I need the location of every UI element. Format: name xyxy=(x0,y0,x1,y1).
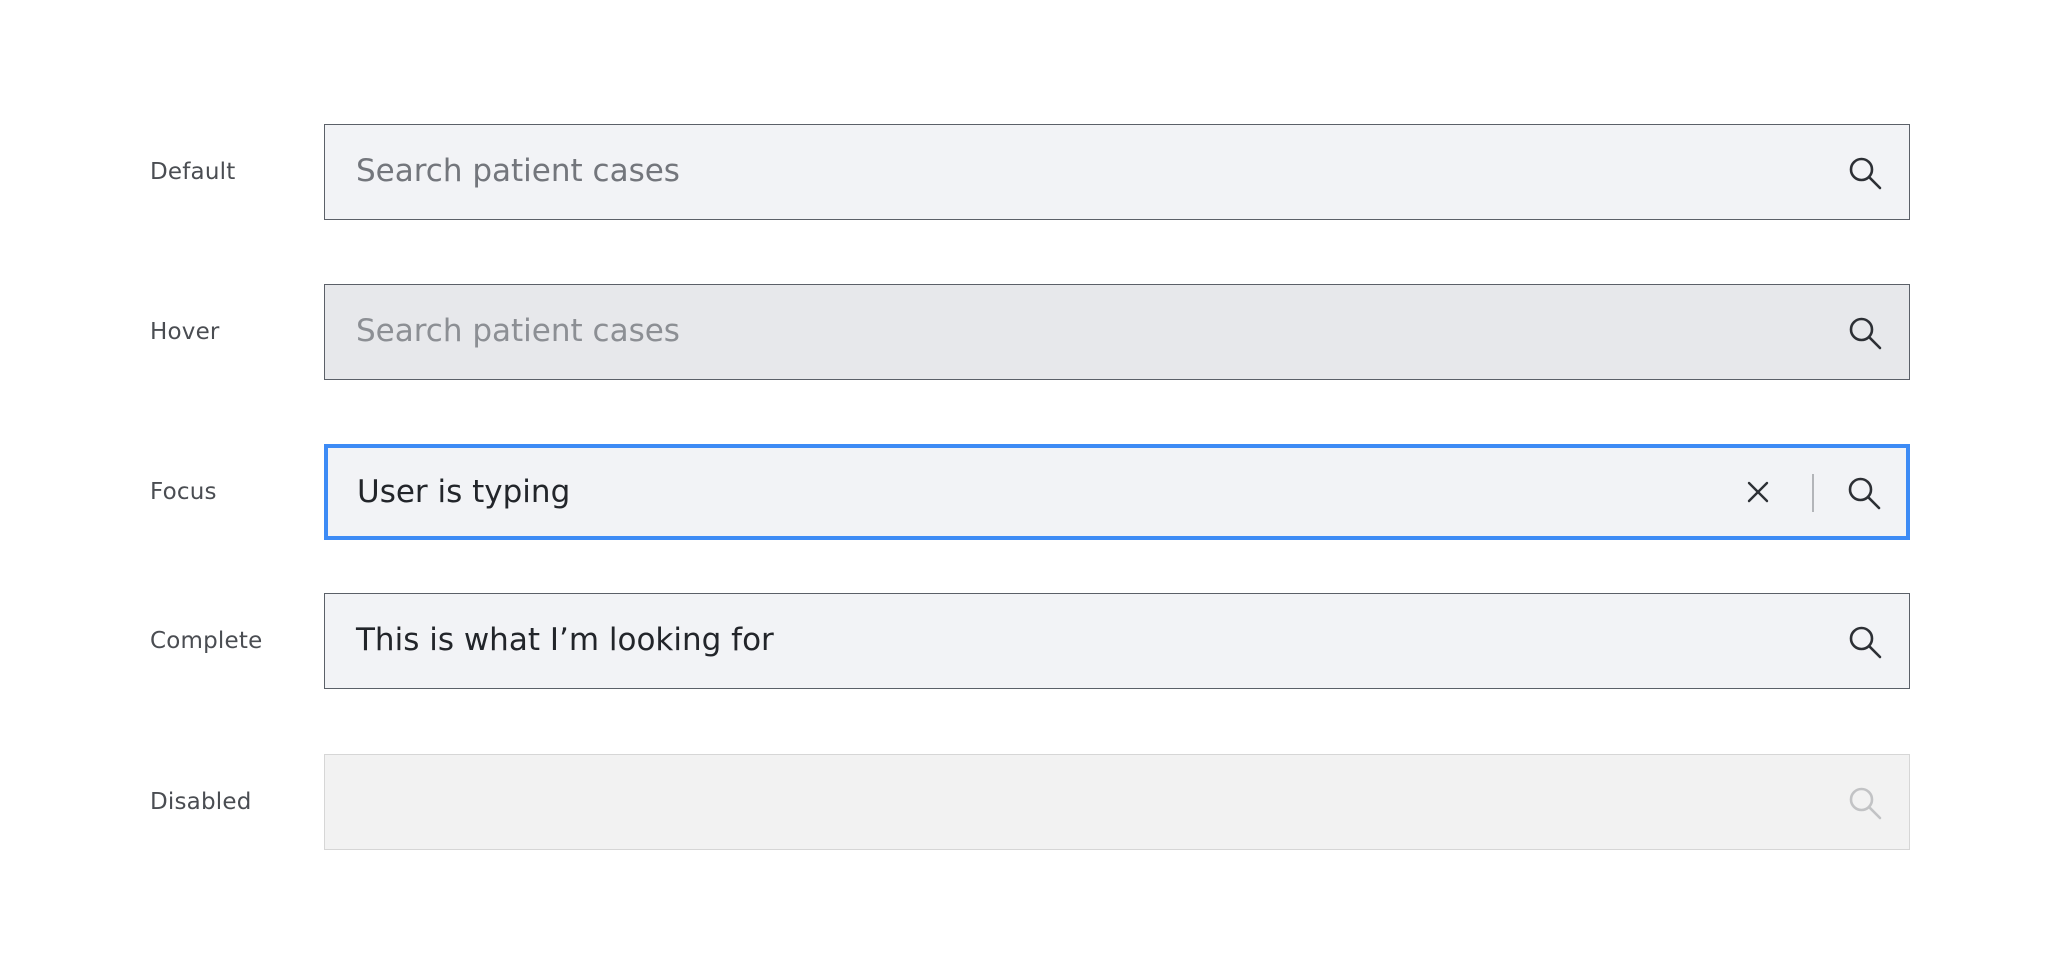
search-icon[interactable] xyxy=(1847,315,1883,351)
search-state-focus: Focus User is typing xyxy=(0,444,2048,540)
search-value[interactable]: This is what I’m looking for xyxy=(356,594,774,687)
state-label-complete: Complete xyxy=(150,628,263,654)
search-input-default[interactable]: Search patient cases xyxy=(324,124,1910,220)
icon-divider xyxy=(1812,474,1814,512)
search-placeholder: Search patient cases xyxy=(356,153,680,189)
search-input-disabled xyxy=(324,754,1910,850)
search-state-complete: Complete This is what I’m looking for xyxy=(0,593,2048,689)
search-icon[interactable] xyxy=(1847,155,1883,191)
search-input-complete[interactable]: This is what I’m looking for xyxy=(324,593,1910,689)
state-label-hover: Hover xyxy=(150,319,220,345)
search-icon xyxy=(1849,787,1882,820)
search-state-hover: Hover Search patient cases xyxy=(0,284,2048,380)
close-icon[interactable] xyxy=(1746,480,1770,504)
search-state-disabled: Disabled xyxy=(0,754,2048,850)
search-placeholder: Search patient cases xyxy=(356,313,680,349)
search-input-focus[interactable]: User is typing xyxy=(324,444,1910,540)
search-icon[interactable] xyxy=(1847,624,1883,660)
search-value[interactable]: User is typing xyxy=(357,448,570,541)
search-state-default: Default Search patient cases xyxy=(0,124,2048,220)
state-label-focus: Focus xyxy=(150,479,217,505)
search-input-hover[interactable]: Search patient cases xyxy=(324,284,1910,380)
state-label-default: Default xyxy=(150,159,236,185)
state-label-disabled: Disabled xyxy=(150,789,252,815)
search-icon[interactable] xyxy=(1846,475,1882,511)
